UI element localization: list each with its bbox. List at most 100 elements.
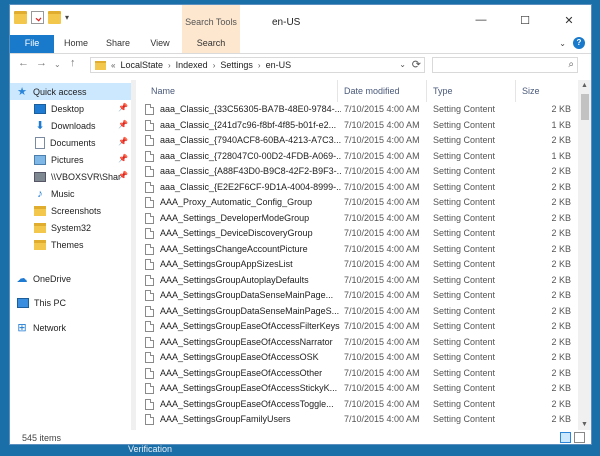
- minimize-button[interactable]: —: [459, 5, 503, 35]
- breadcrumb-settings[interactable]: Settings: [220, 60, 253, 70]
- table-row[interactable]: AAA_Settings_DeviceDiscoveryGroup 7/10/20…: [136, 226, 578, 242]
- table-row[interactable]: aaa_Classic_{7940ACF8-60BA-4213-A7C3... 7…: [136, 133, 578, 149]
- column-header-row: Name Date modified Type Size: [136, 80, 578, 102]
- table-row[interactable]: AAA_SettingsGroupEaseOfAccessToggle... 7/…: [136, 397, 578, 413]
- table-row[interactable]: AAA_SettingsGroupEaseOfAccessOSK 7/10/201…: [136, 350, 578, 366]
- large-icons-view-icon[interactable]: [574, 432, 585, 443]
- address-dropdown-icon[interactable]: ⌄: [399, 60, 406, 69]
- table-row[interactable]: aaa_Classic_{E2E2F6CF-9D1A-4004-8999-...…: [136, 180, 578, 196]
- file-type: Setting Content: [433, 135, 496, 145]
- file-type: Setting Content: [433, 119, 496, 130]
- table-row[interactable]: AAA_SettingsGroupEaseOfAccessFilterKeys 7…: [136, 319, 578, 335]
- nav-item-quick-access[interactable]: ★ Quick access: [10, 83, 131, 100]
- chevron-down-icon[interactable]: ⌄: [559, 39, 566, 48]
- nav-item-network[interactable]: ⊞ Network: [10, 319, 131, 336]
- setting-content-file-icon: [145, 398, 154, 410]
- file-name: AAA_SettingsGroupAutoplayDefaults: [160, 274, 309, 285]
- details-view-icon[interactable]: [560, 432, 571, 443]
- scroll-up-icon[interactable]: ▲: [581, 82, 588, 89]
- file-name-cell: aaa_Classic_{A88F43D0-B9C8-42F2-B9F3-...: [145, 164, 341, 179]
- close-button[interactable]: ✕: [547, 5, 591, 35]
- nav-item-music[interactable]: ♪ Music: [10, 185, 131, 202]
- chevron-right-icon[interactable]: ›: [168, 61, 171, 70]
- chevron-right-icon[interactable]: ›: [213, 61, 216, 70]
- column-header-name[interactable]: Name: [145, 80, 338, 102]
- this-pc-icon: [17, 297, 29, 308]
- refresh-icon[interactable]: ⟳: [412, 58, 421, 71]
- chevron-right-icon[interactable]: ›: [258, 61, 261, 70]
- file-name-cell: AAA_SettingsChangeAccountPicture: [145, 242, 341, 257]
- table-row[interactable]: AAA_SettingsGroupDataSenseMainPageS... 7/…: [136, 304, 578, 320]
- breadcrumb-en-us[interactable]: en-US: [266, 60, 292, 70]
- file-size: 2 KB: [551, 352, 571, 362]
- table-row[interactable]: AAA_SettingsGroupAutoplayDefaults 7/10/20…: [136, 273, 578, 289]
- file-name: AAA_Settings_DeviceDiscoveryGroup: [160, 228, 313, 238]
- maximize-button[interactable]: ☐: [503, 5, 547, 35]
- tab-home[interactable]: Home: [56, 35, 96, 53]
- column-header-type[interactable]: Type: [427, 80, 516, 102]
- tab-share[interactable]: Share: [98, 35, 138, 53]
- search-icon[interactable]: ⌕: [568, 59, 574, 70]
- file-name: AAA_Settings_DeveloperModeGroup: [160, 212, 310, 223]
- table-row[interactable]: AAA_SettingsGroupAppSizesList 7/10/2015 4…: [136, 257, 578, 273]
- up-arrow-icon[interactable]: ↑: [70, 57, 76, 69]
- nav-item-pictures[interactable]: Pictures 📌: [10, 151, 131, 168]
- folder-icon[interactable]: [14, 11, 27, 24]
- table-row[interactable]: AAA_SettingsChangeAccountPicture 7/10/201…: [136, 242, 578, 258]
- nav-item-downloads[interactable]: ⬇ Downloads 📌: [10, 117, 131, 134]
- table-row[interactable]: AAA_Proxy_Automatic_Config_Group 7/10/201…: [136, 195, 578, 211]
- overflow-crumb[interactable]: «: [111, 61, 115, 70]
- properties-icon[interactable]: [31, 11, 44, 24]
- scroll-thumb[interactable]: [581, 94, 589, 120]
- setting-content-file-icon: [145, 290, 154, 301]
- nav-item-onedrive[interactable]: ☁ OneDrive: [10, 270, 131, 287]
- vertical-scrollbar[interactable]: ▲ ▼: [578, 80, 591, 430]
- tab-search[interactable]: Search: [182, 35, 240, 53]
- view-toggle: [560, 432, 585, 443]
- file-size: 2 KB: [551, 336, 571, 347]
- nav-item-vboxsvr-share[interactable]: \\VBOXSVR\Shar 📌: [10, 168, 131, 185]
- back-arrow-icon[interactable]: ←: [18, 57, 29, 69]
- table-row[interactable]: AAA_SettingsGroupEaseOfAccessNarrator 7/1…: [136, 335, 578, 351]
- folder-icon: [34, 205, 46, 216]
- title-bar: ▾ Search Tools en-US — ☐ ✕: [10, 5, 591, 35]
- nav-item-desktop[interactable]: Desktop 📌: [10, 100, 131, 117]
- table-row[interactable]: AAA_SettingsGroupEaseOfAccessOther 7/10/2…: [136, 366, 578, 382]
- file-date-modified: 7/10/2015 4:00 AM: [344, 259, 420, 269]
- table-row[interactable]: aaa_Classic_{241d7c96-f8bf-4f85-b01f-e2.…: [136, 118, 578, 134]
- nav-item-this-pc[interactable]: This PC: [10, 294, 131, 311]
- tab-view[interactable]: View: [140, 35, 180, 53]
- address-bar[interactable]: « LocalState › Indexed › Settings › en-U…: [90, 57, 425, 73]
- column-header-date-modified[interactable]: Date modified: [338, 80, 427, 102]
- customize-toolbar-icon[interactable]: ▾: [65, 13, 69, 22]
- breadcrumb-indexed[interactable]: Indexed: [176, 60, 208, 70]
- forward-arrow-icon[interactable]: →: [36, 57, 47, 69]
- breadcrumb-localstate[interactable]: LocalState: [120, 60, 163, 70]
- file-type: Setting Content: [433, 398, 496, 409]
- setting-content-file-icon: [145, 181, 154, 193]
- table-row[interactable]: AAA_SettingsGroupEaseOfAccessStickyK... 7…: [136, 381, 578, 397]
- recent-locations-icon[interactable]: ⌄: [54, 60, 61, 69]
- tab-file[interactable]: File: [10, 35, 54, 53]
- table-row[interactable]: AAA_Settings_DeveloperModeGroup 7/10/2015…: [136, 211, 578, 227]
- file-date-modified: 7/10/2015 4:00 AM: [344, 398, 420, 409]
- nav-item-themes[interactable]: Themes: [10, 236, 131, 253]
- scroll-down-icon[interactable]: ▼: [581, 421, 588, 428]
- nav-item-documents[interactable]: Documents 📌: [10, 134, 131, 151]
- table-row[interactable]: AAA_SettingsGroupFamilyUsers 7/10/2015 4:…: [136, 412, 578, 428]
- column-header-size[interactable]: Size: [516, 80, 574, 102]
- table-row[interactable]: aaa_Classic_{A88F43D0-B9C8-42F2-B9F3-...…: [136, 164, 578, 180]
- nav-item-system32[interactable]: System32: [10, 219, 131, 236]
- search-input[interactable]: ⌕: [432, 57, 578, 73]
- table-row[interactable]: AAA_SettingsGroupDataSenseMainPage... 7/1…: [136, 288, 578, 304]
- file-date-modified: 7/10/2015 4:00 AM: [344, 135, 420, 145]
- table-row[interactable]: aaa_Classic_{33C56305-BA7B-48E0-9784-...…: [136, 102, 578, 118]
- file-size: 2 KB: [551, 321, 571, 331]
- new-folder-icon[interactable]: [48, 11, 61, 24]
- file-name: AAA_SettingsChangeAccountPicture: [160, 243, 308, 254]
- table-row[interactable]: aaa_Classic_{728047C0-00D2-4FDB-A069-...…: [136, 149, 578, 165]
- file-size: 2 KB: [551, 383, 571, 393]
- nav-item-screenshots[interactable]: Screenshots: [10, 202, 131, 219]
- help-icon[interactable]: ?: [573, 37, 585, 49]
- file-name: AAA_SettingsGroupDataSenseMainPage...: [160, 290, 334, 300]
